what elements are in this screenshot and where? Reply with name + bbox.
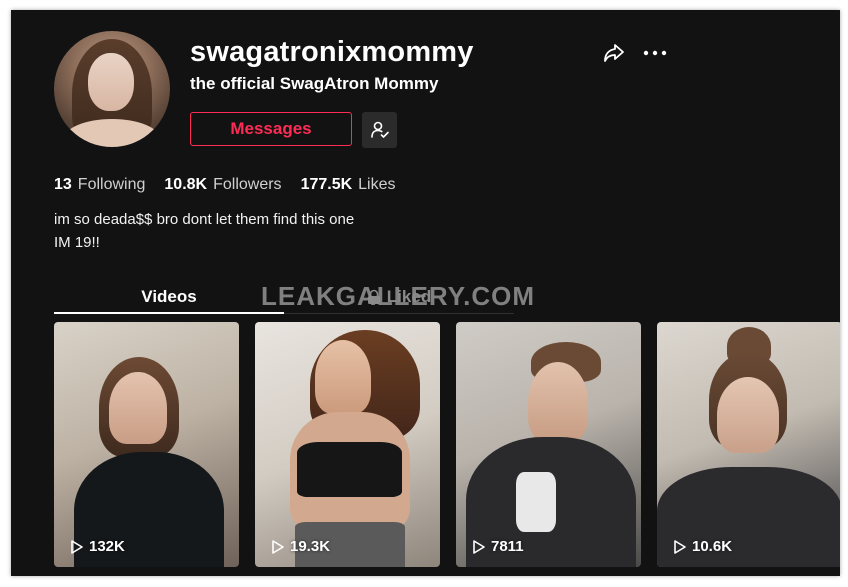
- followers-stat[interactable]: 10.8K Followers: [164, 176, 281, 194]
- bio: im so deada$$ bro dont let them find thi…: [54, 208, 354, 254]
- profile-stats: 13 Following 10.8K Followers 177.5K Likes: [54, 176, 396, 194]
- following-stat[interactable]: 13 Following: [54, 176, 145, 194]
- video-plays: 7811: [491, 538, 524, 555]
- messages-button[interactable]: Messages: [190, 112, 352, 146]
- tab-videos[interactable]: Videos: [54, 282, 284, 312]
- following-label: Following: [77, 176, 146, 193]
- video-card[interactable]: 10.6K: [657, 322, 840, 567]
- follow-status-button[interactable]: [362, 112, 397, 148]
- video-play-count: 19.3K: [271, 538, 330, 555]
- tab-liked[interactable]: Liked: [284, 282, 514, 312]
- more-icon[interactable]: [642, 41, 668, 65]
- video-plays: 19.3K: [290, 538, 331, 555]
- video-play-count: 132K: [70, 538, 125, 555]
- bio-line-1: im so deada$$ bro dont let them find thi…: [54, 211, 355, 228]
- following-count: 13: [54, 176, 72, 193]
- followers-count: 10.8K: [164, 176, 208, 193]
- video-card[interactable]: 19.3K: [255, 322, 440, 567]
- play-icon: [674, 539, 686, 554]
- play-icon: [71, 539, 83, 554]
- video-card[interactable]: 132K: [54, 322, 239, 567]
- username: swagatronixmommy: [190, 36, 474, 68]
- nickname: the official SwagAtron Mommy: [190, 74, 439, 93]
- video-play-count: 10.6K: [673, 538, 732, 555]
- play-icon: [473, 539, 485, 554]
- tab-active-indicator: [54, 312, 284, 314]
- avatar[interactable]: [54, 31, 170, 147]
- play-icon: [272, 539, 284, 554]
- tab-liked-label: Liked: [386, 287, 432, 306]
- likes-count: 177.5K: [300, 176, 353, 193]
- video-plays: 10.6K: [692, 538, 733, 555]
- share-icon[interactable]: [602, 41, 626, 65]
- likes-stat: 177.5K Likes: [301, 176, 396, 194]
- video-card[interactable]: 7811: [456, 322, 641, 567]
- followers-label: Followers: [213, 176, 282, 193]
- video-plays: 132K: [89, 538, 125, 555]
- follow-user-icon: [370, 121, 389, 138]
- video-play-count: 7811: [472, 538, 524, 555]
- likes-label: Likes: [358, 176, 396, 193]
- bio-line-2: IM 19!!: [54, 234, 100, 251]
- lock-icon: [367, 289, 380, 304]
- profile-page: swagatronixmommy the official SwagAtron …: [11, 10, 840, 576]
- profile-tabs: Videos Liked: [54, 282, 514, 314]
